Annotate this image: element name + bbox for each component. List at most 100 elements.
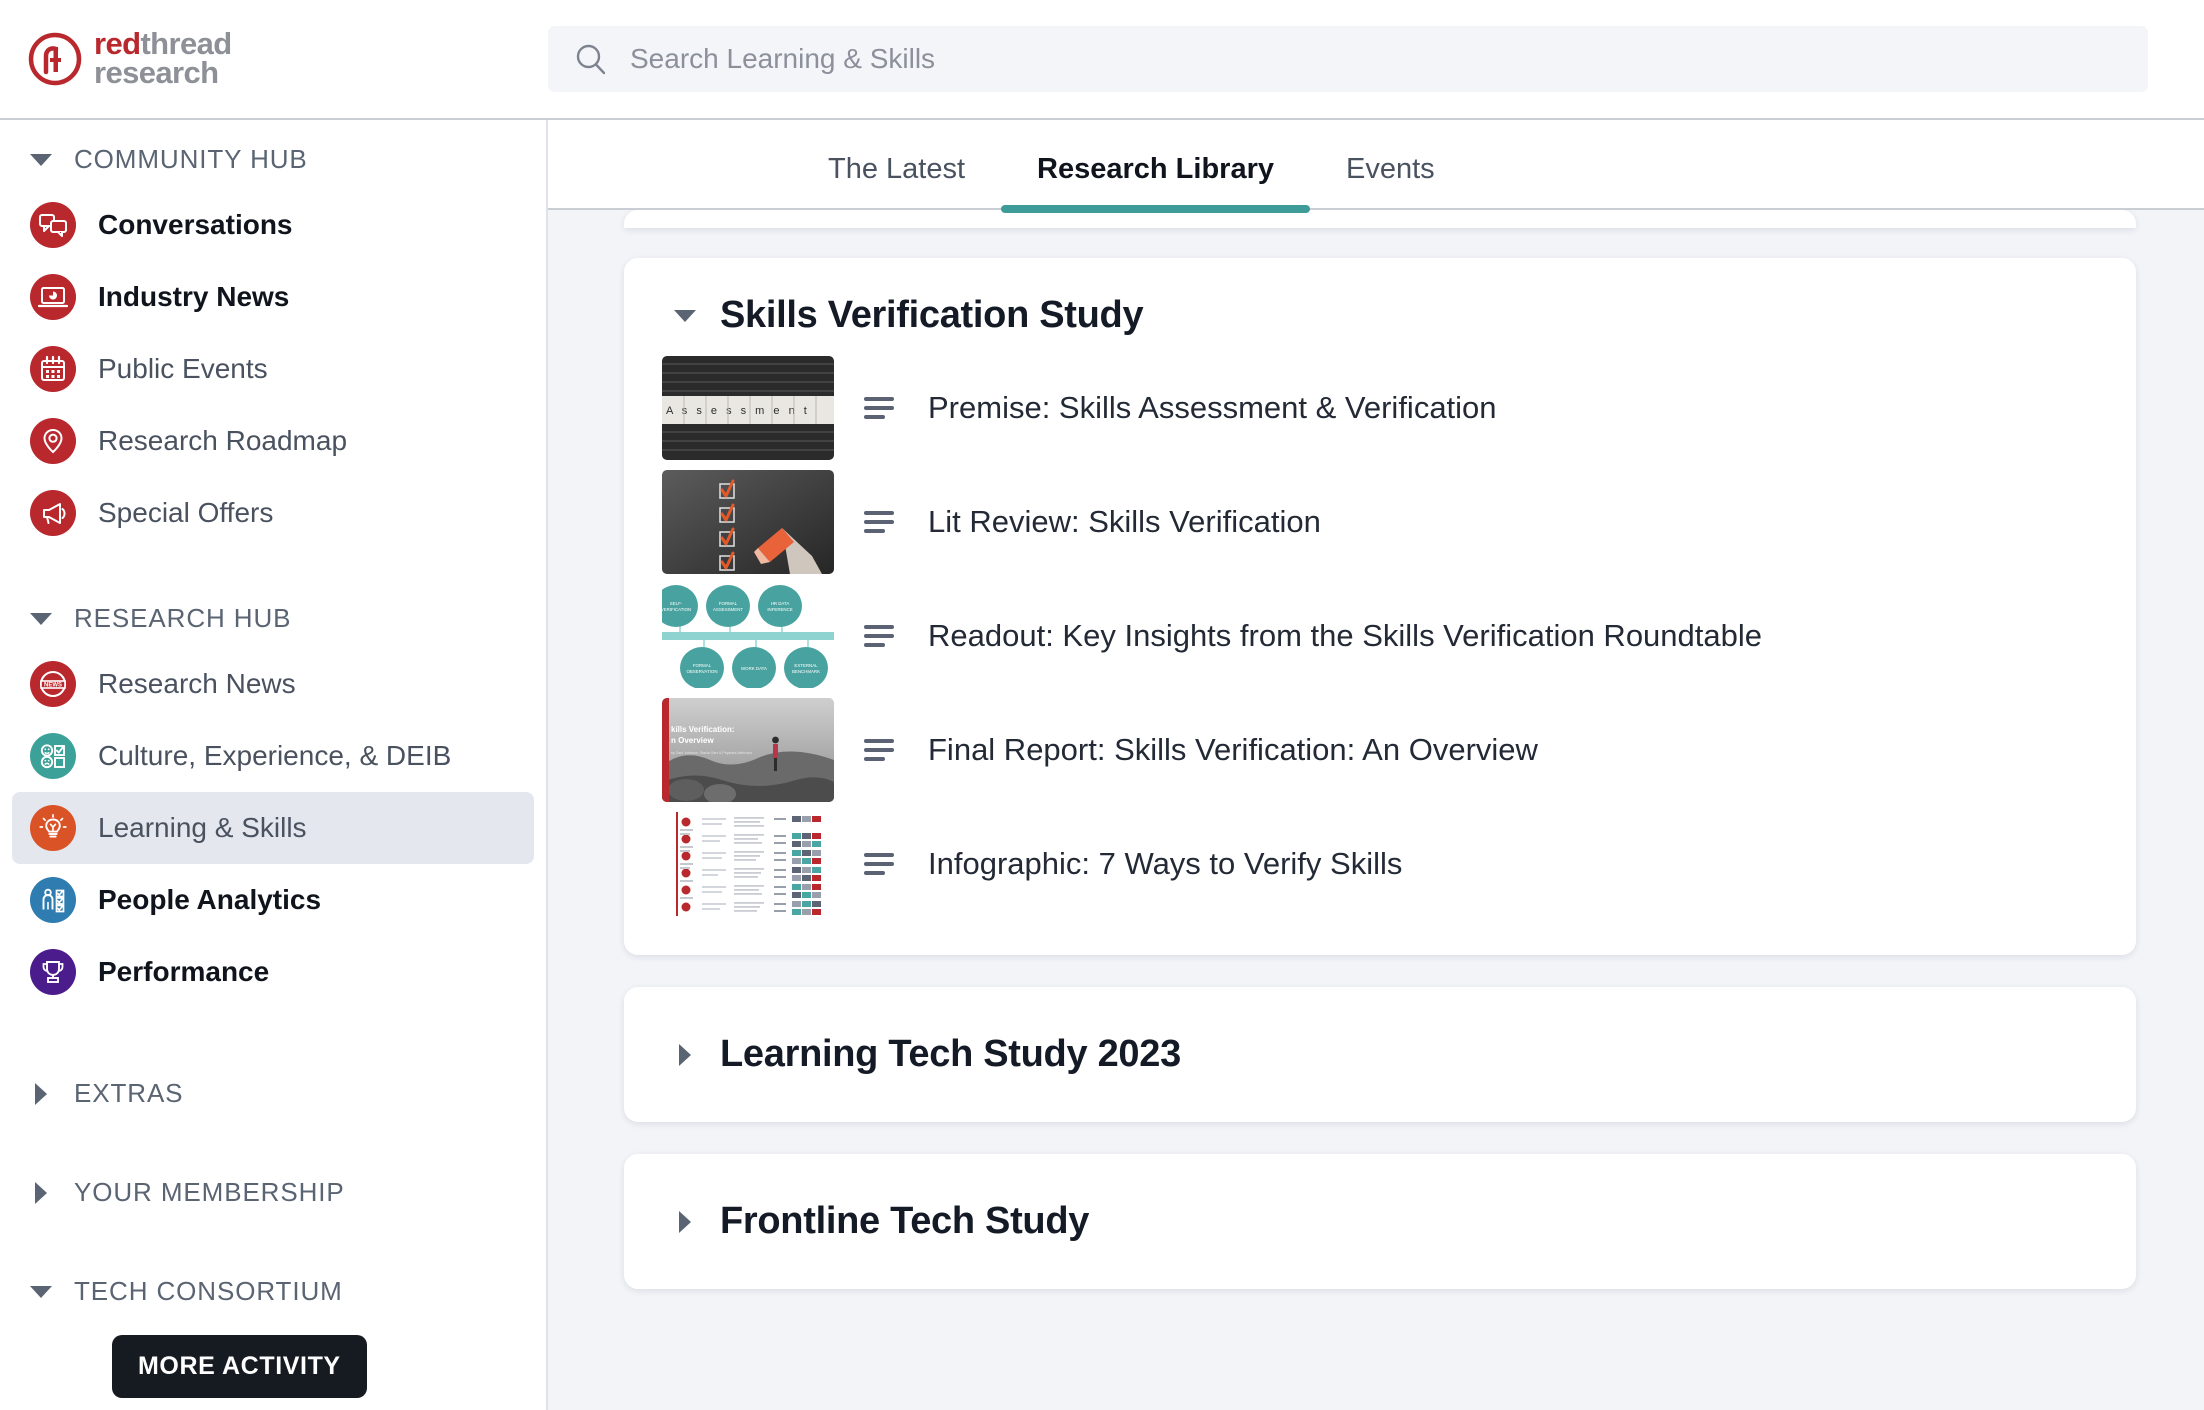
list-item[interactable]: SELF- VERIFICATION FORMAL ASSESSMENT HR DA… [624, 579, 2136, 693]
study-header-skills-verification[interactable]: Skills Verification Study [624, 258, 2136, 347]
brand-logo[interactable]: redthread research [0, 28, 548, 90]
search-icon [574, 42, 608, 76]
map-pin-icon [30, 418, 76, 464]
trophy-icon [30, 949, 76, 995]
study-card-skills-verification: Skills Verification Study A s s e s s m … [624, 258, 2136, 955]
svg-text:OBSERVATION: OBSERVATION [687, 669, 718, 674]
svg-text:SELF-: SELF- [670, 601, 683, 606]
resource-title: Final Report: Skills Verification: An Ov… [928, 732, 1538, 767]
svg-text:VERIFICATION: VERIFICATION [662, 607, 691, 612]
content-tabs: The Latest Research Library Events [548, 120, 2204, 213]
svg-text:FORMAL: FORMAL [693, 663, 712, 668]
svg-text:n Overview: n Overview [671, 736, 714, 745]
sidebar-item-culture-experience-deib[interactable]: Culture, Experience, & DEIB [12, 720, 534, 792]
sidebar-item-label: People Analytics [98, 884, 322, 915]
study-header-learning-tech-2023[interactable]: Learning Tech Study 2023 [624, 987, 2136, 1122]
sidebar-item-research-news[interactable]: NEWS Research News [12, 648, 534, 720]
search-input[interactable] [630, 43, 2122, 75]
sidebar-section-research-hub[interactable]: RESEARCH HUB [0, 589, 546, 648]
sidebar-section-community-hub[interactable]: COMMUNITY HUB [0, 130, 546, 189]
sidebar-section-label: COMMUNITY HUB [74, 144, 308, 174]
laptop-chart-icon [30, 274, 76, 320]
sidebar-item-research-roadmap[interactable]: Research Roadmap [12, 405, 534, 477]
faces-survey-icon [30, 733, 76, 779]
list-item[interactable]: Infographic: 7 Ways to Verify Skills [624, 807, 2136, 921]
tab-research-library[interactable]: Research Library [1001, 153, 1310, 213]
sidebar-item-label: Special Offers [98, 497, 274, 528]
search-bar[interactable] [548, 26, 2148, 92]
chevron-down-icon [28, 1285, 54, 1298]
main-content: The Latest Research Library Events Skill… [548, 120, 2204, 1410]
megaphone-icon [30, 490, 76, 536]
chevron-right-icon [28, 1181, 54, 1204]
thumbnail-assessment-wood-tiles: A s s e s s m e n t [662, 356, 834, 460]
svg-text:HR DATA: HR DATA [771, 601, 790, 606]
person-checklist-icon [30, 877, 76, 923]
chevron-right-icon[interactable] [672, 1043, 698, 1066]
body: COMMUNITY HUB Conversations Industry New… [0, 120, 2204, 1410]
sidebar-item-label: Conversations [98, 209, 293, 240]
top-bar: redthread research [0, 0, 2204, 120]
study-card-frontline-tech: Frontline Tech Study [624, 1154, 2136, 1289]
news-badge-icon: NEWS [30, 661, 76, 707]
chevron-down-icon [28, 153, 54, 166]
sidebar-item-people-analytics[interactable]: People Analytics [12, 864, 534, 936]
svg-text:INFERENCE: INFERENCE [767, 607, 792, 612]
sidebar-item-label: Performance [98, 956, 270, 987]
research-library-scroll-area[interactable]: Skills Verification Study A s s e s s m … [548, 210, 2204, 1410]
sidebar-section-your-membership[interactable]: YOUR MEMBERSHIP [0, 1163, 546, 1222]
chevron-down-icon[interactable] [672, 309, 698, 322]
sidebar-section-tech-consortium[interactable]: TECH CONSORTIUM [0, 1262, 546, 1321]
svg-text:ASSESSMENT: ASSESSMENT [713, 607, 743, 612]
article-lines-icon [864, 623, 900, 649]
sidebar-item-label: Research News [98, 668, 296, 699]
chevron-right-icon[interactable] [672, 1210, 698, 1233]
sidebar-item-conversations[interactable]: Conversations [12, 189, 534, 261]
sidebar-item-performance[interactable]: Performance [12, 936, 534, 1008]
sidebar-item-public-events[interactable]: Public Events [12, 333, 534, 405]
sidebar-item-learning-and-skills[interactable]: Learning & Skills [12, 792, 534, 864]
svg-text:FORMAL: FORMAL [719, 601, 738, 606]
tab-events[interactable]: Events [1310, 153, 1471, 208]
sidebar-item-special-offers[interactable]: Special Offers [12, 477, 534, 549]
chevron-right-icon [28, 1082, 54, 1105]
study-title: Skills Verification Study [720, 294, 1144, 336]
svg-text:kills Verification:: kills Verification: [671, 725, 735, 734]
app-root: redthread research COMMUNITY HUB [0, 0, 2204, 1410]
list-item[interactable]: kills Verification: n Overview by Dani Jo… [624, 693, 2136, 807]
study-header-frontline-tech[interactable]: Frontline Tech Study [624, 1154, 2136, 1289]
sidebar-section-extras[interactable]: EXTRAS [0, 1064, 546, 1123]
thumbnail-checklist-pencil [662, 470, 834, 574]
more-activity-tooltip[interactable]: MORE ACTIVITY [112, 1335, 367, 1398]
sidebar-section-label: EXTRAS [74, 1078, 184, 1108]
redthread-logo-icon [28, 32, 82, 86]
svg-text:NEWS: NEWS [44, 683, 62, 689]
sidebar-item-industry-news[interactable]: Industry News [12, 261, 534, 333]
tab-the-latest[interactable]: The Latest [792, 153, 1001, 208]
thumbnail-infographic-table [662, 812, 834, 916]
article-lines-icon [864, 851, 900, 877]
previous-study-card-partial[interactable] [624, 210, 2136, 228]
study-card-learning-tech-2023: Learning Tech Study 2023 [624, 987, 2136, 1122]
article-lines-icon [864, 737, 900, 763]
study-title: Learning Tech Study 2023 [720, 1033, 1181, 1075]
article-lines-icon [864, 509, 900, 535]
resource-title: Premise: Skills Assessment & Verificatio… [928, 390, 1497, 425]
study-title: Frontline Tech Study [720, 1200, 1090, 1242]
chevron-down-icon [28, 612, 54, 625]
chat-bubbles-icon [30, 202, 76, 248]
calendar-icon [30, 346, 76, 392]
svg-text:BENCHMARK: BENCHMARK [792, 669, 820, 674]
article-lines-icon [864, 395, 900, 421]
list-item[interactable]: Lit Review: Skills Verification [624, 465, 2136, 579]
sidebar-item-label: Research Roadmap [98, 425, 348, 456]
logo-text-research: research [94, 55, 219, 90]
sidebar-item-label: Industry News [98, 281, 290, 312]
lightbulb-icon [30, 805, 76, 851]
svg-text:by Dani Johnson, Stacia Garr &: by Dani Johnson, Stacia Garr & Priyanka … [671, 751, 752, 755]
list-item[interactable]: A s s e s s m e n t Premise: Skills Asse… [624, 351, 2136, 465]
resource-list: A s s e s s m e n t Premise: Skills Asse… [624, 347, 2136, 955]
thumbnail-teal-timeline-diagram: SELF- VERIFICATION FORMAL ASSESSMENT HR DA… [662, 584, 834, 688]
thumbnail-report-cover-rocks: kills Verification: n Overview by Dani Jo… [662, 698, 834, 802]
sidebar-section-label: YOUR MEMBERSHIP [74, 1177, 345, 1207]
